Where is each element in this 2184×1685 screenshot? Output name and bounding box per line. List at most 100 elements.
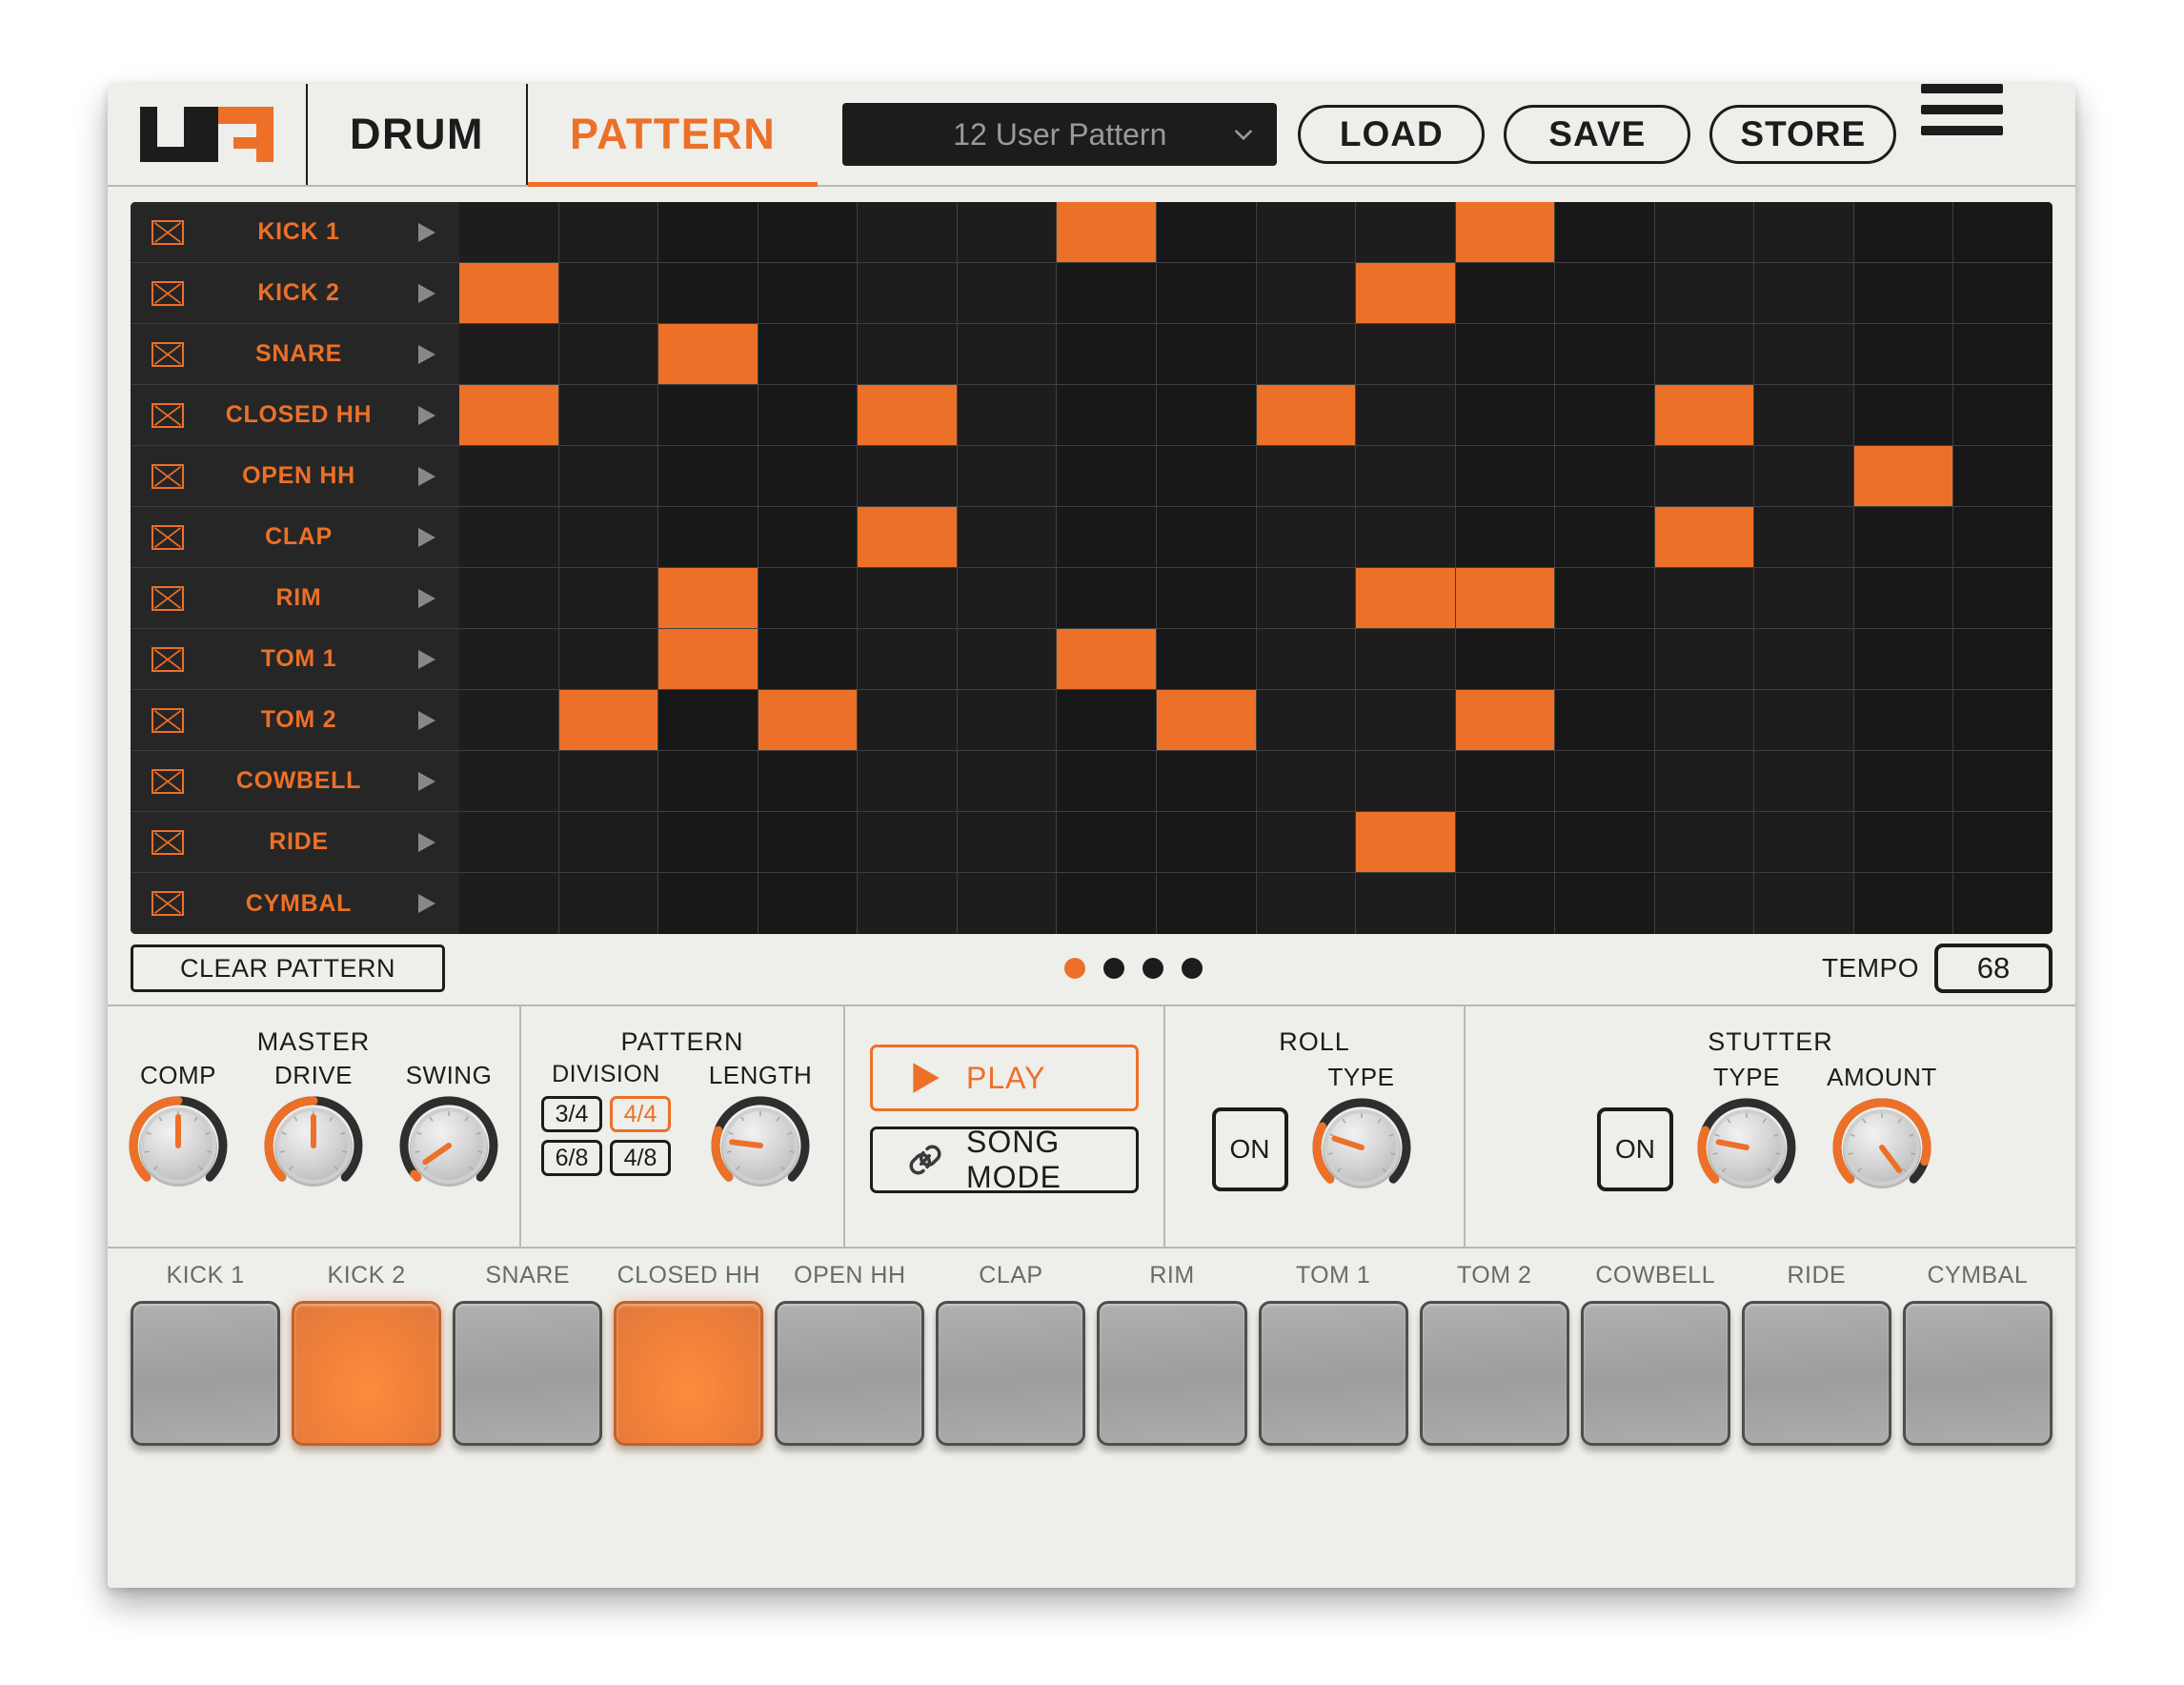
clear-pattern-button[interactable]: CLEAR PATTERN [131,944,445,992]
step-cell[interactable] [1953,690,2053,750]
mute-crossbox-icon[interactable] [152,646,184,672]
step-cell[interactable] [1356,812,1456,872]
step-cell[interactable] [758,263,859,323]
step-cell[interactable] [459,202,559,262]
step-cell[interactable] [1754,629,1854,689]
step-cell[interactable] [1356,873,1456,934]
drum-pad[interactable] [1741,1301,1891,1446]
mute-crossbox-icon[interactable] [152,585,184,611]
mute-crossbox-icon[interactable] [152,219,184,245]
step-cell[interactable] [1853,507,1954,567]
step-cell[interactable] [1057,385,1157,445]
step-cell[interactable] [1953,568,2053,628]
step-cell[interactable] [957,629,1058,689]
step-cell[interactable] [858,263,958,323]
division-button[interactable]: 4/4 [610,1096,671,1132]
step-cell[interactable] [1156,446,1257,506]
play-triangle-icon[interactable] [414,281,442,306]
play-triangle-icon[interactable] [414,708,442,733]
hamburger-menu-icon[interactable] [1921,84,2004,185]
drum-pad[interactable] [1419,1301,1569,1446]
step-cell[interactable] [658,507,758,567]
play-triangle-icon[interactable] [414,830,442,855]
step-cell[interactable] [1754,507,1854,567]
step-cell[interactable] [1953,812,2053,872]
step-cell[interactable] [1156,873,1257,934]
mute-crossbox-icon[interactable] [152,463,184,489]
step-cell[interactable] [1654,690,1755,750]
step-cell[interactable] [1256,873,1357,934]
step-cell[interactable] [957,385,1058,445]
step-cell[interactable] [1356,263,1456,323]
play-triangle-icon[interactable] [414,769,442,794]
step-cell[interactable] [758,446,859,506]
step-cell[interactable] [459,263,559,323]
step-cell[interactable] [1555,568,1655,628]
step-cell[interactable] [658,324,758,384]
step-cell[interactable] [1057,751,1157,811]
step-cell[interactable] [1057,324,1157,384]
step-cell[interactable] [1754,263,1854,323]
step-cell[interactable] [1455,507,1556,567]
step-cell[interactable] [957,202,1058,262]
step-cell[interactable] [1455,751,1556,811]
play-triangle-icon[interactable] [414,342,442,367]
step-cell[interactable] [1853,446,1954,506]
step-cell[interactable] [558,385,659,445]
step-cell[interactable] [1356,751,1456,811]
store-button[interactable]: STORE [1709,105,1897,164]
tab-pattern[interactable]: PATTERN [527,84,819,187]
step-cell[interactable] [1654,324,1755,384]
play-button[interactable]: PLAY [870,1045,1139,1111]
step-cell[interactable] [1057,812,1157,872]
step-cell[interactable] [1853,690,1954,750]
step-cell[interactable] [1356,446,1456,506]
step-cell[interactable] [558,812,659,872]
step-cell[interactable] [1555,751,1655,811]
play-triangle-icon[interactable] [414,403,442,428]
step-cell[interactable] [957,873,1058,934]
step-cell[interactable] [1156,263,1257,323]
step-cell[interactable] [957,446,1058,506]
drum-pad[interactable] [292,1301,442,1446]
step-cell[interactable] [1156,568,1257,628]
division-button[interactable]: 3/4 [541,1096,602,1132]
step-cell[interactable] [1853,873,1954,934]
page-dot[interactable] [1181,958,1203,979]
step-cell[interactable] [1256,324,1357,384]
step-cell[interactable] [558,751,659,811]
step-cell[interactable] [1754,202,1854,262]
step-cell[interactable] [1853,324,1954,384]
roll-on-button[interactable]: ON [1211,1107,1288,1191]
step-cell[interactable] [858,507,958,567]
step-cell[interactable] [858,324,958,384]
step-cell[interactable] [1754,873,1854,934]
division-button[interactable]: 6/8 [541,1140,602,1176]
step-cell[interactable] [858,812,958,872]
step-cell[interactable] [1256,629,1357,689]
step-cell[interactable] [858,446,958,506]
step-cell[interactable] [658,873,758,934]
step-cell[interactable] [758,812,859,872]
step-cell[interactable] [858,385,958,445]
step-cell[interactable] [758,629,859,689]
step-cell[interactable] [1356,324,1456,384]
step-cell[interactable] [1555,385,1655,445]
step-cell[interactable] [1754,446,1854,506]
step-cell[interactable] [1555,812,1655,872]
mute-crossbox-icon[interactable] [152,891,184,916]
mute-crossbox-icon[interactable] [152,524,184,550]
step-cell[interactable] [1555,873,1655,934]
pattern-select-dropdown[interactable]: 12 User Pattern [842,103,1278,166]
save-button[interactable]: SAVE [1504,105,1691,164]
drum-pad[interactable] [1902,1301,2053,1446]
step-cell[interactable] [1953,873,2053,934]
step-cell[interactable] [1754,812,1854,872]
mute-crossbox-icon[interactable] [152,280,184,306]
step-cell[interactable] [658,263,758,323]
step-cell[interactable] [1057,507,1157,567]
step-cell[interactable] [1356,385,1456,445]
step-cell[interactable] [858,873,958,934]
step-cell[interactable] [1156,690,1257,750]
step-cell[interactable] [658,446,758,506]
